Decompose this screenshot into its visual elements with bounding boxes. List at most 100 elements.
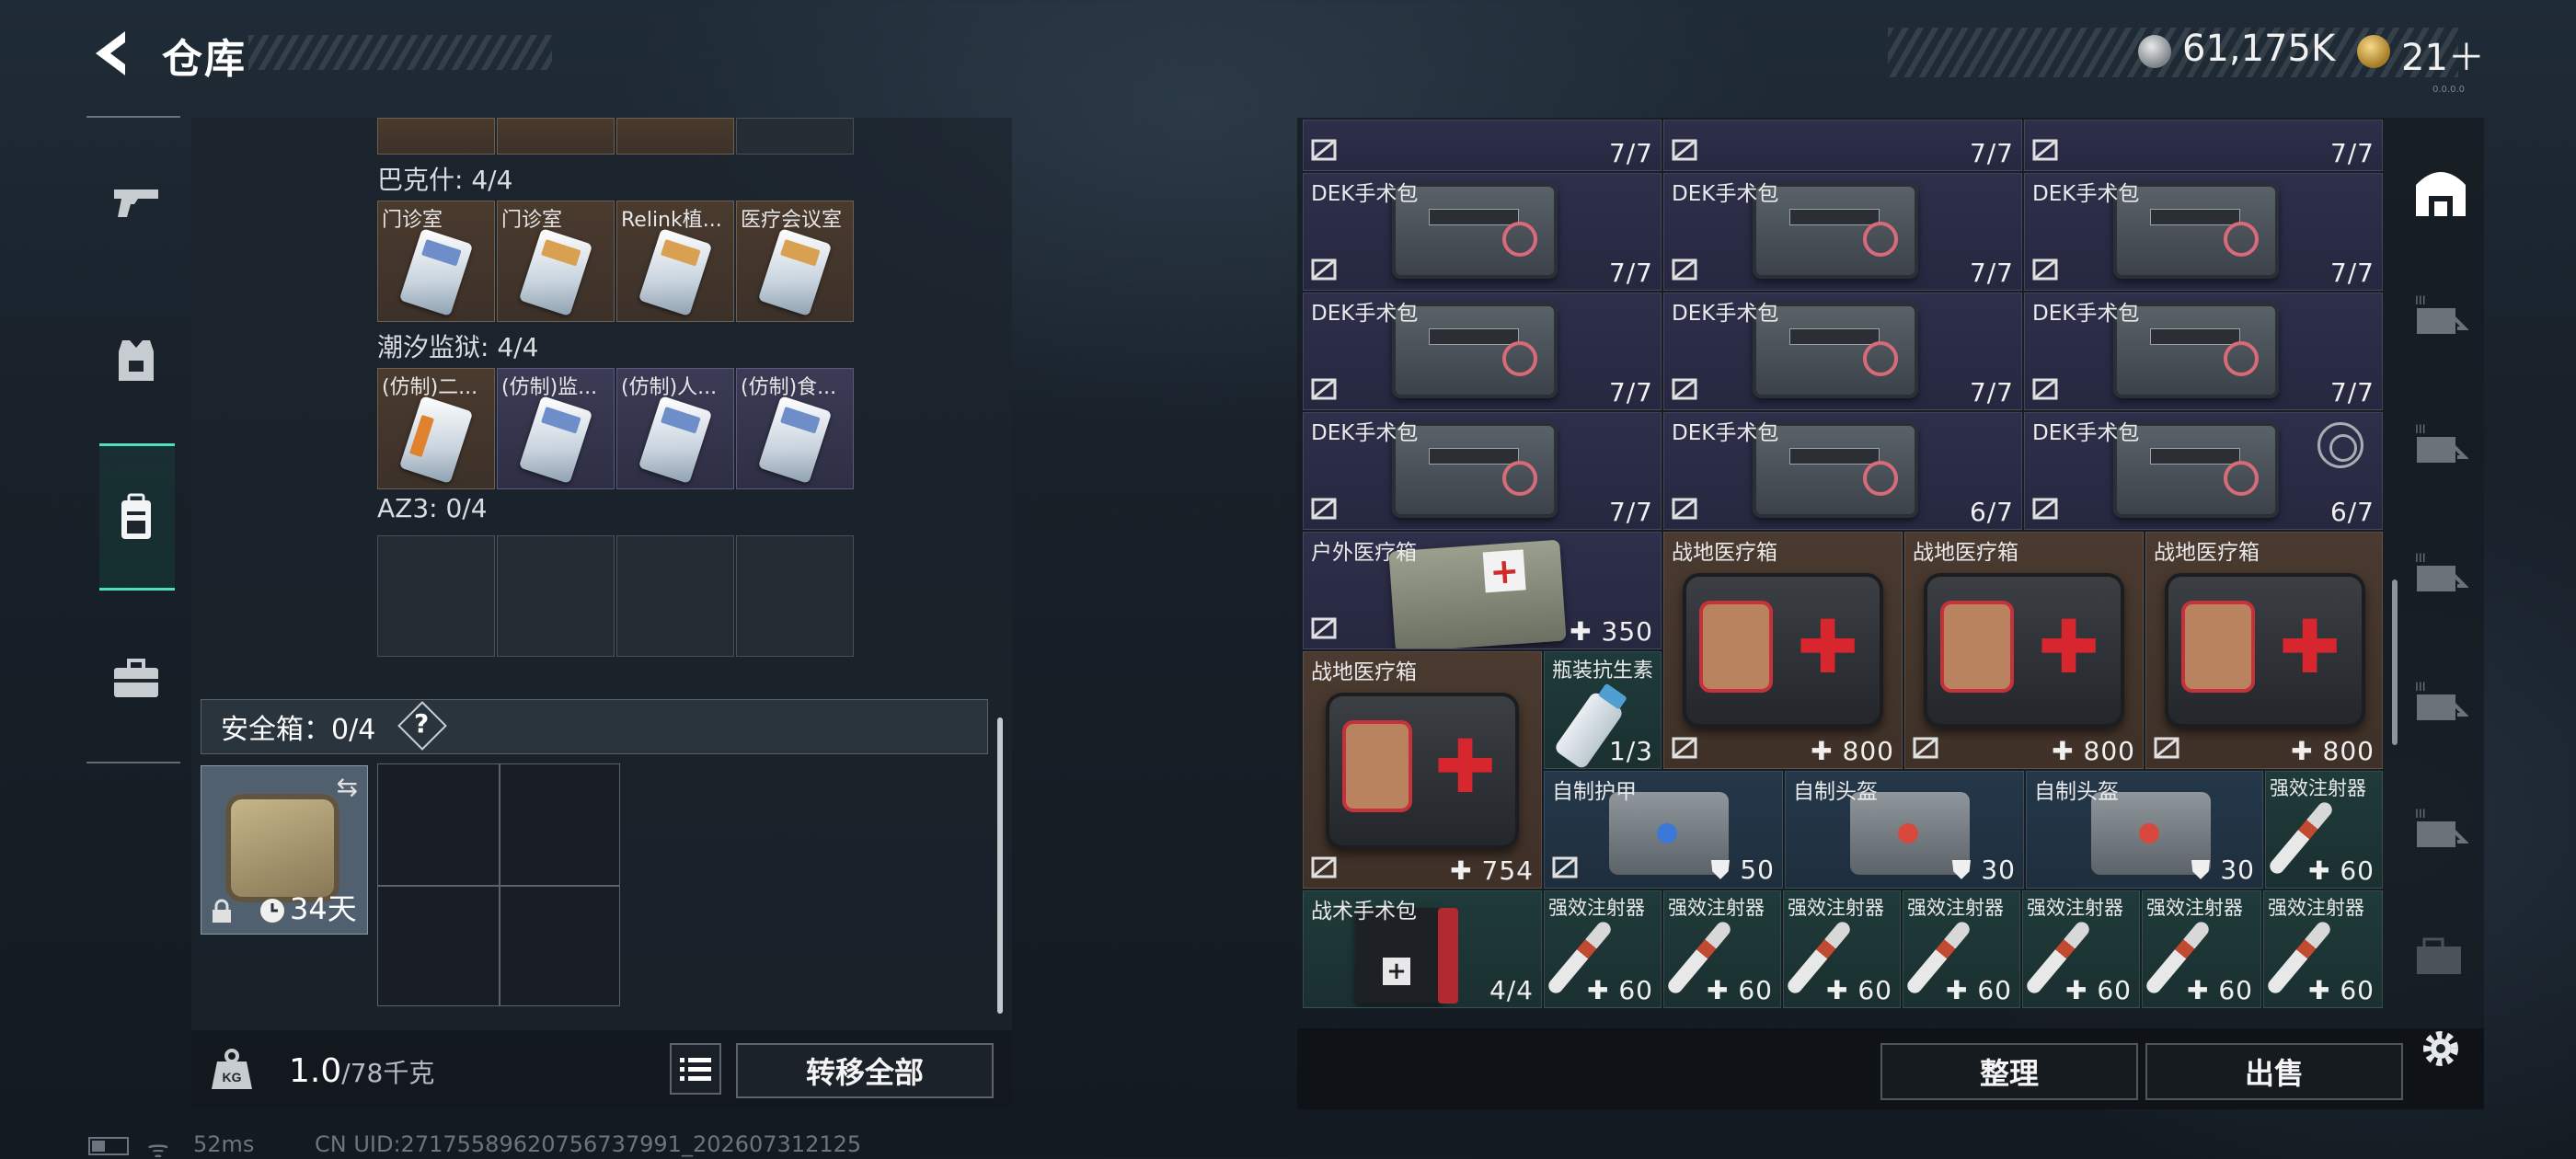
rail-page-6[interactable]	[2409, 925, 2473, 984]
key-item[interactable]: (仿制)二...	[377, 368, 495, 489]
no-trade-icon	[1311, 378, 1337, 400]
key-item[interactable]: (仿制)人...	[616, 368, 734, 489]
item-name: 门诊室	[501, 209, 563, 232]
stash-item-surgical-kit[interactable]: DEK手术包 7/7	[1663, 173, 2022, 291]
item-name: DEK手术包	[1311, 421, 1419, 445]
transfer-all-button[interactable]: 转移全部	[736, 1043, 994, 1098]
nav-armor[interactable]	[99, 324, 173, 397]
key-item[interactable]: Relink植...	[616, 201, 734, 322]
nav-backpack[interactable]	[99, 480, 173, 554]
stash-scrollbar[interactable]	[2392, 580, 2398, 745]
empty-slot[interactable]	[616, 535, 734, 657]
stash-item-helmet[interactable]: 自制头盔 ⛊ 30	[2026, 771, 2263, 889]
stash-item-injector[interactable]: 强效注射器 ✚ 60	[1783, 890, 1901, 1008]
item-qty: ⛊ 30	[1951, 855, 2016, 886]
item-qty: 7/7	[1608, 497, 1653, 527]
stash-item[interactable]: 7/7	[1663, 120, 2022, 171]
stash-item-outdoor-kit[interactable]: 户外医疗箱 ✚ 350	[1303, 532, 1662, 649]
rail-page-5[interactable]: III	[2409, 798, 2473, 857]
gold-currency-amount[interactable]: 21＋	[2401, 28, 2485, 81]
gold-coin-icon	[2357, 35, 2390, 68]
key-slot[interactable]	[497, 118, 615, 155]
gear-icon	[2423, 1031, 2458, 1066]
stash-item-injector[interactable]: 强效注射器 ✚ 60	[1663, 890, 1781, 1008]
key-slot[interactable]	[377, 118, 495, 155]
rail-page-1[interactable]: III	[2409, 285, 2473, 344]
item-name: 强效注射器	[1788, 897, 1884, 919]
stash-item-helmet[interactable]: 自制头盔 ⛊ 30	[1785, 771, 2024, 889]
backpack-icon	[121, 493, 151, 539]
item-name: 强效注射器	[2270, 777, 2366, 799]
rail-page-4[interactable]: III	[2409, 671, 2473, 730]
sell-button[interactable]: 出售	[2145, 1043, 2403, 1100]
sort-button[interactable]: 整理	[1880, 1043, 2138, 1100]
stash-item-surgical-kit[interactable]: DEK手术包 6/7	[1663, 412, 2022, 530]
safe-box-item[interactable]: ⇆ 34天	[201, 765, 368, 935]
stash-item-field-kit[interactable]: ✚ 战地医疗箱 ✚ 800	[2145, 532, 2383, 769]
stash-item-tactical-kit[interactable]: 战术手术包 4/4	[1303, 890, 1542, 1008]
no-trade-icon	[1672, 498, 1697, 520]
back-button[interactable]	[85, 28, 136, 79]
stash-item-surgical-kit[interactable]: DEK手术包 7/7	[1303, 412, 1662, 530]
ping-text: 52ms	[193, 1131, 255, 1157]
stash-item-surgical-kit[interactable]: DEK手术包 7/7	[1303, 293, 1662, 410]
stash-item-surgical-kit[interactable]: DEK手术包 7/7	[2024, 173, 2383, 291]
rail-page-3[interactable]: III	[2409, 543, 2473, 602]
key-item[interactable]: 医疗会议室	[736, 201, 854, 322]
stash-item-injector[interactable]: 强效注射器 ✚ 60	[1544, 890, 1662, 1008]
nav-weapons[interactable]	[99, 166, 173, 239]
stash-item-surgical-kit[interactable]: DEK手术包 7/7	[1303, 173, 1662, 291]
item-name: 强效注射器	[1668, 897, 1765, 919]
settings-button[interactable]	[2409, 1019, 2473, 1078]
item-qty: ⛊ 50	[1710, 855, 1775, 886]
shield-icon: ⛊	[1710, 855, 1731, 885]
stash-item-injector[interactable]: 强效注射器 ✚ 60	[2142, 890, 2261, 1008]
stash-item-injector[interactable]: 强效注射器 ✚ 60	[2265, 771, 2383, 889]
key-item[interactable]: (仿制)监...	[497, 368, 615, 489]
key-slot[interactable]	[736, 118, 854, 155]
empty-slot[interactable]	[497, 535, 615, 657]
rail-page-2[interactable]: III	[2409, 414, 2473, 473]
item-qty: ✚ 60	[1826, 975, 1892, 1005]
stash-item-field-kit[interactable]: ✚ 战地医疗箱 ✚ 754	[1303, 651, 1542, 889]
item-qty: 1/3	[1608, 736, 1653, 766]
key-item[interactable]: 门诊室	[497, 201, 615, 322]
stash-item-injector[interactable]: 强效注射器 ✚ 60	[2263, 890, 2383, 1008]
item-qty: 7/7	[1969, 258, 2014, 288]
stash-item-surgical-kit[interactable]: DEK手术包 7/7	[2024, 293, 2383, 410]
field-kit-image: ✚	[1924, 573, 2124, 728]
key-slot[interactable]	[616, 118, 734, 155]
key-item[interactable]: 门诊室	[377, 201, 495, 322]
rail-stash-home[interactable]	[2409, 162, 2473, 221]
field-kit-image: ✚	[1326, 693, 1519, 849]
empty-slot[interactable]	[377, 535, 495, 657]
stash-item-surgical-kit[interactable]: DEK手术包 7/7	[1663, 293, 2022, 410]
stash-page-icon: III	[2415, 293, 2468, 334]
nav-case[interactable]	[99, 642, 173, 716]
safe-timer: 34天	[290, 891, 357, 926]
stash-item-injector[interactable]: 强效注射器 ✚ 60	[1903, 890, 2020, 1008]
heal-plus-icon: ✚	[1450, 855, 1473, 886]
stash-item[interactable]: 7/7	[2024, 120, 2383, 171]
stash-item-field-kit[interactable]: ✚ 战地医疗箱 ✚ 800	[1904, 532, 2144, 769]
item-qty: ✚ 60	[1707, 975, 1773, 1005]
stash-item-antibiotic[interactable]: 瓶装抗生素 1/3	[1544, 651, 1662, 769]
stash-item-injector[interactable]: 强效注射器 ✚ 60	[2022, 890, 2140, 1008]
key-item[interactable]: (仿制)食...	[736, 368, 854, 489]
item-qty-value: 754	[1481, 855, 1534, 886]
item-qty-value: 60	[1618, 975, 1653, 1005]
stash-item-surgical-kit[interactable]: DEK手术包 6/7	[2024, 412, 2383, 530]
no-trade-icon	[1311, 617, 1337, 639]
item-name: DEK手术包	[1672, 421, 1779, 445]
stash-item-armor[interactable]: 自制护甲 ⛊ 50	[1544, 771, 1783, 889]
swap-icon[interactable]: ⇆	[337, 772, 358, 802]
safe-box-grid[interactable]	[377, 763, 620, 1006]
no-trade-icon	[1311, 258, 1337, 281]
item-qty: 6/7	[1969, 497, 2014, 527]
item-name: 自制护甲	[1552, 780, 1637, 804]
stash-item[interactable]: 7/7	[1303, 120, 1662, 171]
left-scrollbar[interactable]	[997, 717, 1003, 1014]
empty-slot[interactable]	[736, 535, 854, 657]
list-view-button[interactable]	[670, 1043, 721, 1095]
stash-item-field-kit[interactable]: ✚ 战地医疗箱 ✚ 800	[1663, 532, 1903, 769]
